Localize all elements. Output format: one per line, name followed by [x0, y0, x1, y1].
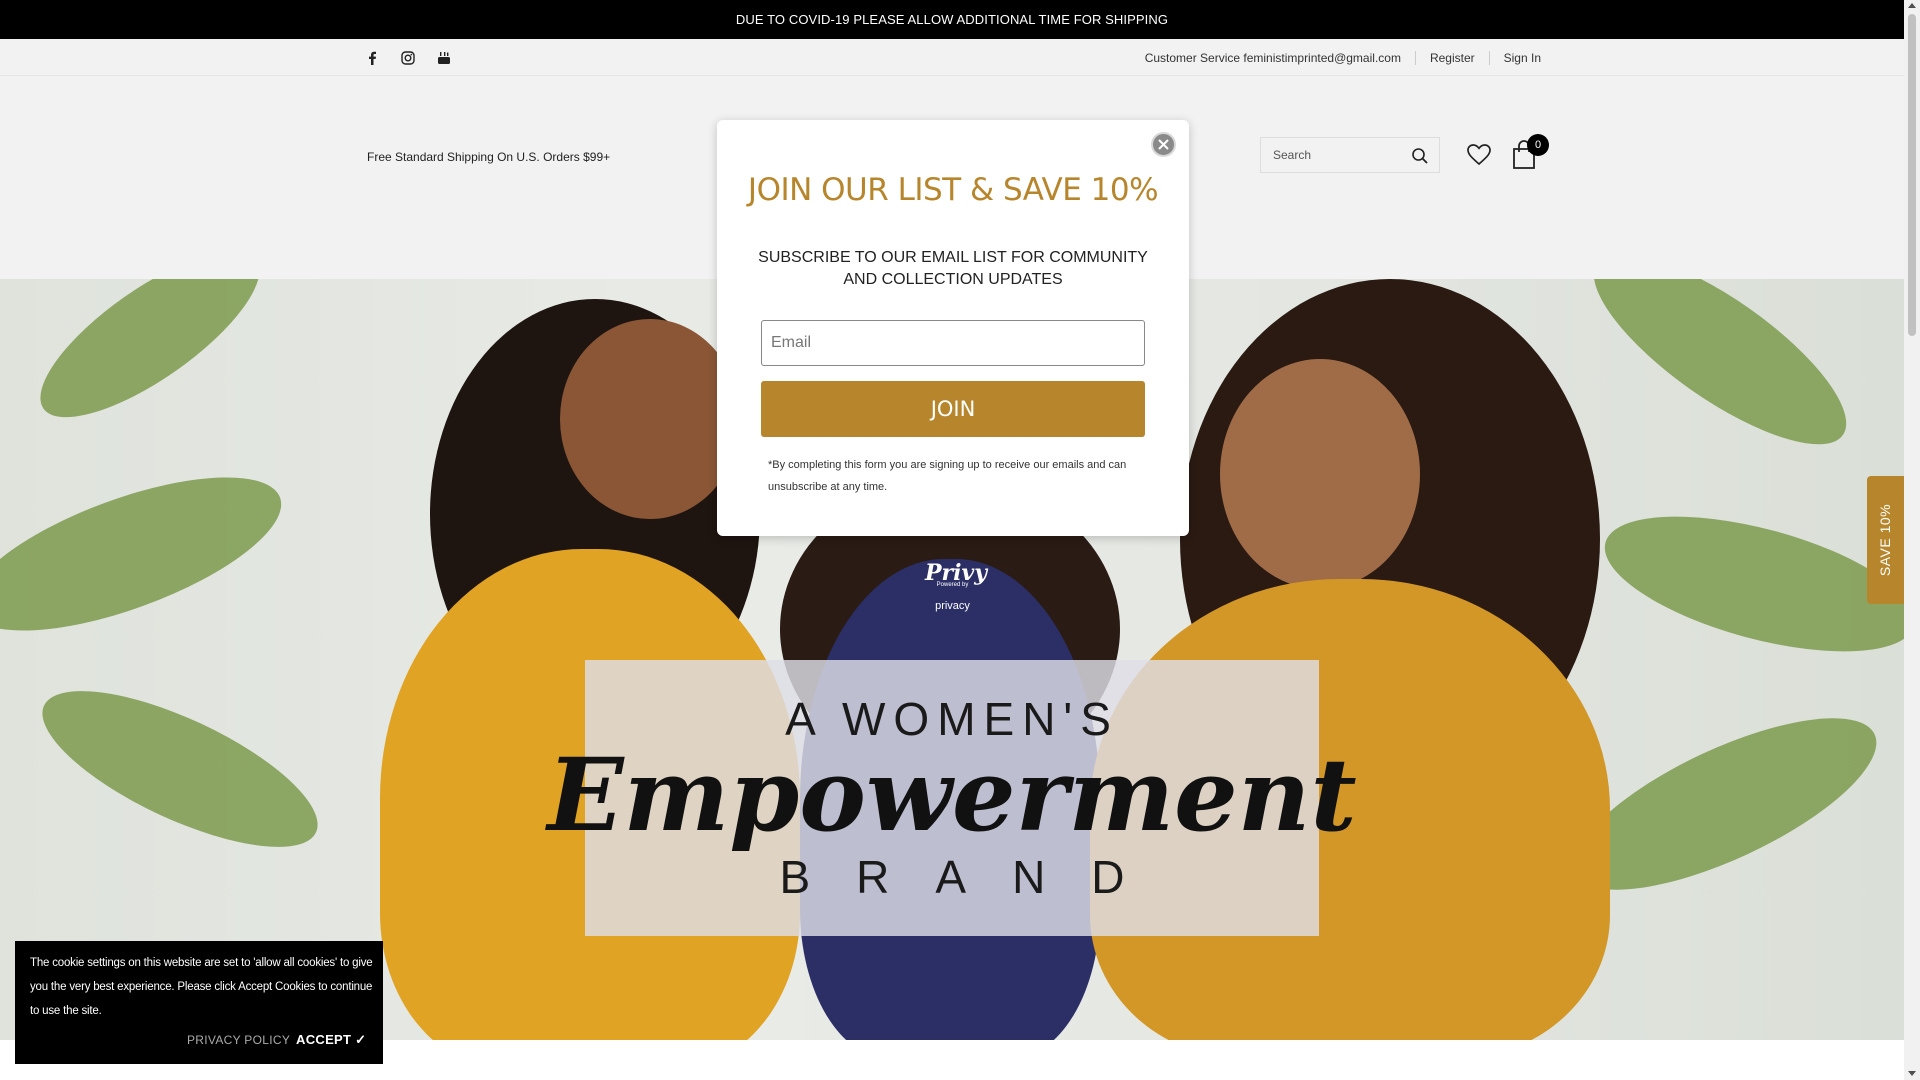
search-icon[interactable] [1411, 147, 1429, 165]
fern-leaf [0, 445, 299, 663]
banner-line-3: BRAND [779, 851, 1171, 903]
privy-privacy-link[interactable]: privacy [925, 600, 980, 612]
customer-service-link[interactable]: Customer Service feministimprinted@gmail… [1145, 51, 1401, 65]
search-input[interactable] [1273, 148, 1403, 162]
modal-disclaimer: *By completing this form you are signing… [768, 459, 1127, 493]
scroll-up-arrow-icon[interactable] [1908, 3, 1916, 8]
cookie-banner: The cookie settings on this website are … [15, 941, 383, 1064]
scroll-down-arrow-icon[interactable] [1908, 1071, 1916, 1076]
woman-right-face [1220, 359, 1420, 589]
modal-title: JOIN OUR LIST & SAVE 10% [747, 172, 1159, 208]
close-icon [1158, 139, 1169, 150]
fern-leaf [1568, 279, 1872, 476]
empowerment-banner: A WOMEN'S Empowerment BRAND [547, 660, 1357, 936]
accept-cookies-button[interactable]: ACCEPT ✓ [296, 1032, 366, 1048]
register-link[interactable]: Register [1430, 51, 1475, 65]
cookie-message: The cookie settings on this website are … [30, 957, 373, 1017]
shipping-message: Free Standard Shipping On U.S. Orders $9… [367, 150, 611, 164]
scrollbar-thumb[interactable] [1908, 14, 1916, 336]
close-button[interactable] [1151, 132, 1176, 157]
instagram-icon[interactable] [398, 48, 418, 68]
privy-badge: Privy Powered by privacy [925, 560, 987, 612]
fern-leaf [17, 279, 283, 446]
sign-in-link[interactable]: Sign In [1504, 51, 1541, 65]
fern-leaf [1591, 489, 1904, 679]
facebook-icon[interactable] [362, 48, 382, 68]
social-links [362, 48, 454, 68]
account-links: Customer Service feministimprinted@gmail… [1145, 39, 1541, 76]
page-scrollbar[interactable] [1904, 0, 1920, 1080]
email-field[interactable] [761, 320, 1145, 366]
fern-leaf [22, 660, 338, 878]
cart-count-badge: 0 [1527, 134, 1549, 156]
announcement-text: DUE TO COVID-19 PLEASE ALLOW ADDITIONAL … [735, 12, 1169, 27]
banner-line-2: Empowerment [547, 736, 1357, 854]
wishlist-heart-icon[interactable] [1466, 142, 1492, 168]
search-box [1260, 137, 1440, 173]
modal-subtitle: SUBSCRIBE TO OUR EMAIL LIST FOR COMMUNIT… [758, 249, 1148, 288]
join-button[interactable]: JOIN [761, 381, 1145, 437]
save-tab-label: SAVE 10% [1877, 503, 1894, 577]
divider [1414, 50, 1416, 65]
signup-modal: JOIN OUR LIST & SAVE 10% SUBSCRIBE TO OU… [717, 120, 1189, 536]
youtube-icon[interactable] [434, 48, 454, 68]
woman-left-face [560, 319, 740, 519]
privacy-policy-link[interactable]: PRIVACY POLICY [187, 1033, 290, 1047]
save-10-side-tab[interactable]: SAVE 10% [1867, 476, 1904, 604]
announcement-bar: DUE TO COVID-19 PLEASE ALLOW ADDITIONAL … [0, 0, 1904, 39]
divider [1488, 50, 1490, 65]
top-bar: Customer Service feministimprinted@gmail… [0, 39, 1904, 76]
